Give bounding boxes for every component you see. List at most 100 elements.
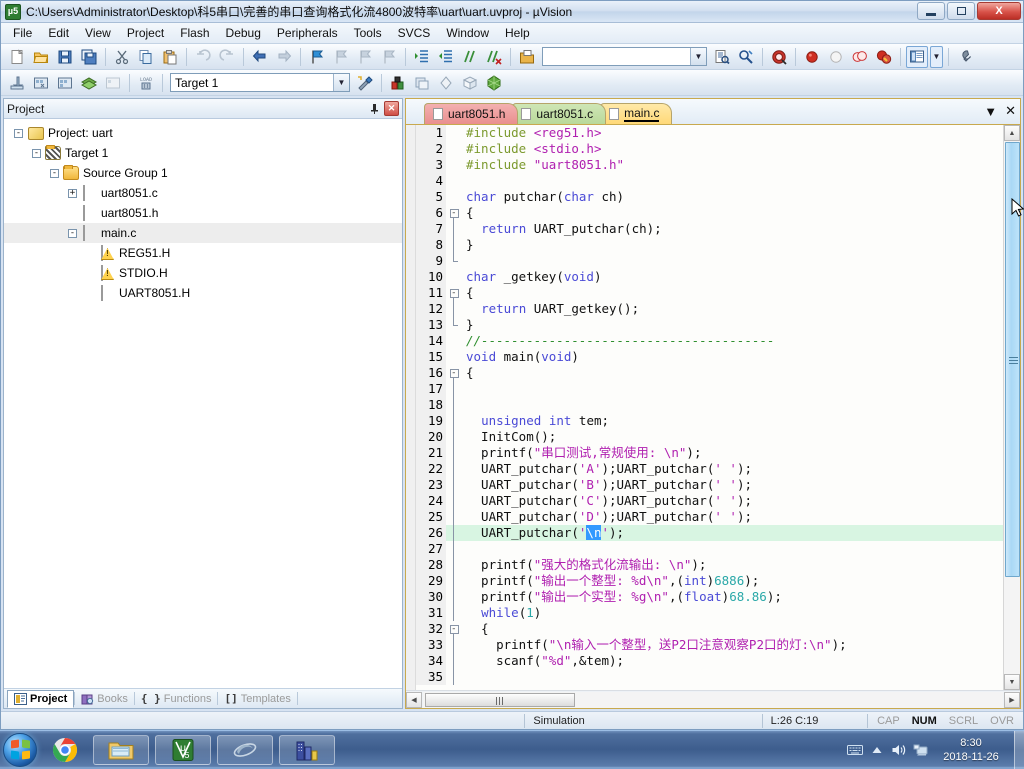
code-line[interactable]: 31 while(1) bbox=[416, 605, 1003, 621]
find-in-files-icon[interactable] bbox=[711, 46, 733, 68]
code-line[interactable]: 11-{ bbox=[416, 285, 1003, 301]
code-line[interactable]: 22 UART_putchar('A');UART_putchar(' '); bbox=[416, 461, 1003, 477]
undo-icon[interactable] bbox=[192, 46, 214, 68]
insert-breakpoint-icon[interactable] bbox=[801, 46, 823, 68]
download-icon[interactable]: LOAD bbox=[135, 72, 157, 94]
code-line[interactable]: 13} bbox=[416, 317, 1003, 333]
code-line[interactable]: 10 char _getkey(void) bbox=[416, 269, 1003, 285]
target-options-icon[interactable] bbox=[354, 72, 376, 94]
build-icon[interactable] bbox=[30, 72, 52, 94]
scroll-right-arrow-icon[interactable]: ▶ bbox=[1004, 691, 1020, 708]
show-desktop-button[interactable] bbox=[1014, 730, 1024, 769]
layout-dropdown-icon[interactable]: ▼ bbox=[930, 45, 943, 68]
configuration-wizard-icon[interactable] bbox=[954, 46, 976, 68]
code-line[interactable]: 33 printf("\n输入一个整型，送P2口注意观察P2口的灯:\n"); bbox=[416, 637, 1003, 653]
code-line[interactable]: 35 bbox=[416, 669, 1003, 685]
editor-tab-uart8051-h[interactable]: uart8051.h bbox=[424, 103, 519, 124]
keyboard-layout-icon[interactable] bbox=[844, 739, 866, 761]
target-combobox[interactable]: Target 1 ▼ bbox=[170, 73, 350, 92]
code-line[interactable]: 29 printf("输出一个整型: %d\n",(int)6886); bbox=[416, 573, 1003, 589]
code-line[interactable]: 21 printf("串口测试,常规使用: \n"); bbox=[416, 445, 1003, 461]
cut-icon[interactable] bbox=[111, 46, 133, 68]
uncomment-icon[interactable] bbox=[483, 46, 505, 68]
bookmark-clear-icon[interactable] bbox=[378, 46, 400, 68]
code-line[interactable]: 27 bbox=[416, 541, 1003, 557]
menu-help[interactable]: Help bbox=[497, 24, 538, 43]
tab-functions[interactable]: { } Functions bbox=[135, 690, 218, 708]
code-line[interactable]: 14 //------------------------------------… bbox=[416, 333, 1003, 349]
ie-taskbar-icon[interactable] bbox=[217, 734, 273, 765]
indent-icon[interactable] bbox=[411, 46, 433, 68]
show-hidden-icons-icon[interactable] bbox=[866, 739, 888, 761]
manage-run-time-icon[interactable] bbox=[459, 72, 481, 94]
code-line[interactable]: 17 bbox=[416, 381, 1003, 397]
code-line[interactable]: 4 bbox=[416, 173, 1003, 189]
code-line[interactable]: 16-{ bbox=[416, 365, 1003, 381]
editor-vertical-scrollbar[interactable]: ▲ ▼ bbox=[1003, 125, 1020, 690]
rebuild-icon[interactable] bbox=[54, 72, 76, 94]
batch-build-icon[interactable] bbox=[78, 72, 100, 94]
minimize-button[interactable] bbox=[917, 2, 945, 20]
code-line[interactable]: 6-{ bbox=[416, 205, 1003, 221]
uvision-taskbar-icon[interactable]: µ 5 bbox=[155, 734, 211, 765]
bookmark-prev-icon[interactable] bbox=[330, 46, 352, 68]
horizontal-scroll-track[interactable] bbox=[423, 691, 1003, 708]
code-line[interactable]: 15 void main(void) bbox=[416, 349, 1003, 365]
chrome-taskbar-icon[interactable] bbox=[43, 735, 87, 765]
tree-expander[interactable]: + bbox=[68, 188, 77, 198]
code-line[interactable]: 7 return UART_putchar(ch); bbox=[416, 221, 1003, 237]
menu-view[interactable]: View bbox=[77, 24, 119, 43]
chevron-down-icon[interactable]: ▼ bbox=[333, 74, 349, 91]
pack-installer-icon[interactable] bbox=[435, 72, 457, 94]
editor-tab-main-c[interactable]: main.c bbox=[600, 103, 673, 124]
tree-expander[interactable]: - bbox=[68, 228, 77, 238]
menu-tools[interactable]: Tools bbox=[346, 24, 390, 43]
tree-expander[interactable]: - bbox=[14, 128, 23, 138]
window-layout-icon[interactable] bbox=[906, 45, 928, 68]
tree-item-main-c[interactable]: - main.c bbox=[4, 223, 402, 243]
menu-window[interactable]: Window bbox=[438, 24, 497, 43]
auto-hide-pin-icon[interactable] bbox=[367, 101, 382, 116]
outdent-icon[interactable] bbox=[435, 46, 457, 68]
find-combobox[interactable]: ▼ bbox=[542, 47, 707, 66]
tab-project[interactable]: Project bbox=[7, 689, 75, 708]
debug-session-icon[interactable] bbox=[768, 46, 790, 68]
menu-flash[interactable]: Flash bbox=[172, 24, 217, 43]
tree-item-uart8051-h[interactable]: uart8051.h bbox=[4, 203, 402, 223]
code-lines[interactable]: 1 #include <reg51.h> 2 #include <stdio.h> 3 #… bbox=[416, 125, 1003, 690]
tree-item-source-group-1[interactable]: - Source Group 1 bbox=[4, 163, 402, 183]
code-line[interactable]: 23 UART_putchar('B');UART_putchar(' '); bbox=[416, 477, 1003, 493]
menu-file[interactable]: File bbox=[5, 24, 40, 43]
tree-expander[interactable]: - bbox=[32, 148, 41, 158]
horizontal-scroll-thumb[interactable] bbox=[425, 692, 575, 707]
code-line[interactable]: 26 UART_putchar('\n'); bbox=[416, 525, 1003, 541]
code-line[interactable]: 8} bbox=[416, 237, 1003, 253]
menu-edit[interactable]: Edit bbox=[40, 24, 77, 43]
new-file-icon[interactable] bbox=[6, 46, 28, 68]
save-all-icon[interactable] bbox=[78, 46, 100, 68]
code-line[interactable]: 5 char putchar(char ch) bbox=[416, 189, 1003, 205]
open-file-icon[interactable] bbox=[30, 46, 52, 68]
manage-multi-project-icon[interactable] bbox=[411, 72, 433, 94]
code-line[interactable]: 2 #include <stdio.h> bbox=[416, 141, 1003, 157]
code-line[interactable]: 30 printf("输出一个实型: %g\n",(float)68.86); bbox=[416, 589, 1003, 605]
fold-toggle[interactable]: - bbox=[446, 205, 462, 221]
paste-icon[interactable] bbox=[159, 46, 181, 68]
manage-components-icon[interactable] bbox=[387, 72, 409, 94]
disable-breakpoint-icon[interactable] bbox=[825, 46, 847, 68]
code-line[interactable]: 9 bbox=[416, 253, 1003, 269]
translate-icon[interactable] bbox=[6, 72, 28, 94]
save-icon[interactable] bbox=[54, 46, 76, 68]
code-line[interactable]: 18 bbox=[416, 397, 1003, 413]
code-line[interactable]: 25 UART_putchar('D');UART_putchar(' '); bbox=[416, 509, 1003, 525]
vertical-scroll-thumb[interactable] bbox=[1004, 142, 1020, 577]
tree-expander[interactable]: - bbox=[50, 168, 59, 178]
menu-peripherals[interactable]: Peripherals bbox=[269, 24, 346, 43]
disable-all-breakpoints-icon[interactable] bbox=[873, 46, 895, 68]
network-icon[interactable] bbox=[910, 739, 932, 761]
tree-item-target-1[interactable]: - Target 1 bbox=[4, 143, 402, 163]
code-viewport[interactable]: 1 #include <reg51.h> 2 #include <stdio.h> 3 #… bbox=[406, 125, 1003, 690]
start-button[interactable] bbox=[3, 732, 37, 767]
stop-build-icon[interactable] bbox=[102, 72, 124, 94]
bookmark-toggle-icon[interactable] bbox=[306, 46, 328, 68]
